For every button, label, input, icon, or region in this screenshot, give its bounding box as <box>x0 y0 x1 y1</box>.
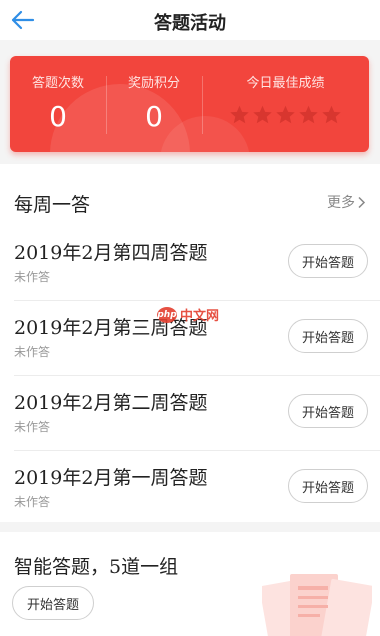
answer-count-label: 答题次数 <box>31 76 84 91</box>
smart-quiz-title: 智能答题，5道一组 <box>14 556 179 578</box>
weekly-quiz-section: 每周一答 更多 2019年2月第四周答题 未作答 开始答题 2019年2月第三周… <box>0 174 380 522</box>
more-link[interactable]: 更多 <box>327 192 366 212</box>
watermark-text: 中文网 <box>180 309 220 324</box>
star-icon <box>253 105 272 124</box>
best-score-label: 今日最佳成绩 <box>246 76 325 91</box>
page-title: 答题活动 <box>154 13 226 34</box>
quiz-item: 2019年2月第二周答题 未作答 开始答题 <box>0 376 380 451</box>
section-gap <box>0 522 380 532</box>
chevron-right-icon <box>358 196 366 208</box>
star-icon <box>230 105 249 124</box>
answer-count-value: 0 <box>49 100 67 133</box>
quiz-item-status: 未作答 <box>14 420 51 434</box>
star-icon <box>276 105 295 124</box>
quiz-item-status: 未作答 <box>14 270 51 284</box>
start-quiz-button[interactable]: 开始答题 <box>288 469 368 503</box>
reward-points-value: 0 <box>145 100 163 133</box>
quiz-item-status: 未作答 <box>14 345 51 359</box>
best-score-stat: 今日最佳成绩 <box>202 56 369 152</box>
answer-count-stat: 答题次数 0 <box>10 56 106 152</box>
watermark-logo: php 中文网 <box>157 305 219 324</box>
start-smart-quiz-button[interactable]: 开始答题 <box>12 586 94 620</box>
quiz-item-name: 2019年2月第二周答题 <box>14 392 208 414</box>
star-icon <box>299 105 318 124</box>
quiz-item-name: 2019年2月第四周答题 <box>14 242 208 264</box>
section-title: 每周一答 <box>14 194 91 216</box>
quiz-item-name: 2019年2月第一周答题 <box>14 467 208 489</box>
star-icon <box>322 105 341 124</box>
quiz-item-status: 未作答 <box>14 495 51 509</box>
more-label: 更多 <box>327 195 355 211</box>
watermark-badge: php <box>157 306 177 323</box>
star-rating <box>202 104 369 125</box>
top-bar: 答题活动 <box>0 0 380 40</box>
smart-quiz-section: 智能答题，5道一组 开始答题 <box>0 532 380 636</box>
quiz-item: 2019年2月第一周答题 未作答 开始答题 <box>0 451 380 526</box>
start-quiz-button[interactable]: 开始答题 <box>288 394 368 428</box>
quiz-item: 2019年2月第四周答题 未作答 开始答题 <box>0 226 380 301</box>
start-quiz-button[interactable]: 开始答题 <box>288 319 368 353</box>
stats-card: 答题次数 0 奖励积分 0 今日最佳成绩 <box>10 56 369 152</box>
start-quiz-button[interactable]: 开始答题 <box>288 244 368 278</box>
paper-stack-icon <box>262 574 372 636</box>
reward-points-stat: 奖励积分 0 <box>106 56 202 152</box>
reward-points-label: 奖励积分 <box>127 76 180 91</box>
